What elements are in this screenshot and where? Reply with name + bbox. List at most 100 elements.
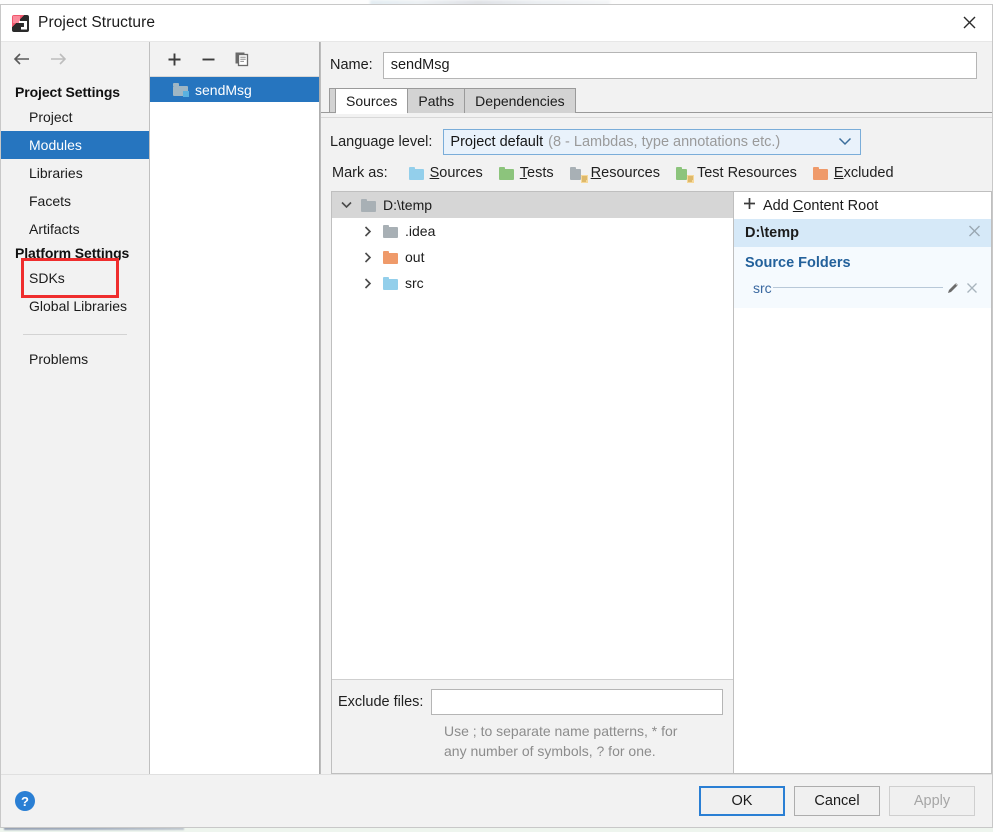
close-icon[interactable] [946, 5, 992, 40]
chevron-down-icon[interactable] [338, 201, 354, 209]
exclude-files-input[interactable] [431, 689, 723, 715]
intellij-idea-logo-icon [12, 14, 29, 32]
source-folder-name: src [753, 280, 772, 296]
arrow-left-icon[interactable] [11, 49, 31, 69]
sidebar-group-platform-settings: Platform Settings [15, 245, 130, 261]
sidebar-divider [23, 334, 127, 335]
plus-icon[interactable] [164, 49, 184, 69]
exclude-files-label: Exclude files: [338, 694, 424, 710]
language-level-select[interactable]: Project default (8 - Lambdas, type annot… [443, 129, 862, 155]
chevron-down-icon [838, 134, 852, 150]
folder-test-resources-icon [675, 166, 694, 183]
tree-row[interactable]: D:\temp [332, 192, 733, 218]
project-structure-dialog: Project Structure Project Settings Proje… [0, 4, 993, 828]
sidebar-item-sdks[interactable]: SDKs [1, 264, 149, 292]
sidebar-item-facets[interactable]: Facets [1, 187, 149, 215]
sidebar-item-artifacts[interactable]: Artifacts [1, 215, 149, 243]
copy-icon[interactable] [232, 49, 252, 69]
modules-column: sendMsg [150, 42, 320, 774]
pencil-icon[interactable] [943, 281, 963, 295]
source-folders-block: Source Folders src [734, 247, 991, 308]
mark-as-test-resources-button[interactable]: Test Resources [675, 165, 797, 183]
exclude-hint-line-1: Use ; to separate name patterns, * for [444, 723, 678, 739]
mark-as-sources-button[interactable]: Sources [408, 165, 483, 181]
folder-excluded-icon [383, 250, 398, 264]
content-roots-panel: Add Content Root D:\temp Source Folders … [734, 191, 992, 774]
tab-sources[interactable]: Sources [335, 88, 409, 114]
tab-paths[interactable]: Paths [407, 88, 466, 113]
name-input[interactable] [382, 51, 977, 79]
sidebar-item-global-libraries[interactable]: Global Libraries [1, 292, 149, 320]
close-icon[interactable] [963, 282, 981, 294]
folder-sources-icon [383, 276, 398, 290]
mark-as-resources-button[interactable]: Resources [569, 165, 660, 183]
dialog-footer: ? OK Cancel Apply [1, 774, 992, 827]
arrow-right-icon[interactable] [48, 49, 68, 69]
sidebar-nav-arrows [1, 42, 149, 76]
sidebar-item-libraries[interactable]: Libraries [1, 159, 149, 187]
module-folder-icon [173, 83, 189, 97]
sidebar-item-modules[interactable]: Modules [1, 131, 149, 159]
dialog-titlebar: Project Structure [1, 5, 992, 42]
module-name: sendMsg [195, 81, 252, 98]
mark-as-label: Mark as: [332, 165, 388, 181]
settings-sidebar: Project Settings Project Modules Librari… [1, 42, 150, 774]
mark-as-resources-label: Resources [590, 165, 660, 181]
mark-as-tests-label: Tests [519, 165, 554, 181]
chevron-right-icon[interactable] [360, 251, 376, 263]
language-level-value: Project default [450, 134, 544, 150]
modules-toolbar [150, 42, 319, 77]
sources-split: D:\temp .idea out src Exclude files: Use… [321, 191, 992, 774]
ok-button[interactable]: OK [699, 786, 785, 816]
sidebar-group-project-settings: Project Settings [15, 84, 120, 100]
mark-as-test-resources-label: Test Resources [696, 165, 797, 181]
module-editor-pane: Name: Sources Paths Dependencies Languag… [320, 42, 992, 774]
mark-as-excluded-label: Excluded [833, 165, 894, 181]
name-label: Name: [330, 57, 373, 73]
dialog-body: Project Settings Project Modules Librari… [1, 42, 992, 774]
minus-icon[interactable] [198, 49, 218, 69]
content-tree-panel: D:\temp .idea out src Exclude files: Use… [331, 191, 734, 774]
mark-as-excluded-button[interactable]: Excluded [812, 165, 894, 181]
help-icon[interactable]: ? [15, 791, 35, 811]
tab-dependencies[interactable]: Dependencies [464, 88, 576, 113]
language-level-row: Language level: Project default (8 - Lam… [321, 118, 992, 165]
folder-icon [383, 224, 398, 238]
module-tabs: Sources Paths Dependencies [321, 88, 992, 114]
content-root-path: D:\temp [745, 225, 799, 241]
folder-excluded-icon [812, 166, 828, 180]
exclude-hint-line-2: any number of symbols, ? for one. [444, 743, 656, 759]
chevron-right-icon[interactable] [360, 225, 376, 237]
tree-row[interactable]: src [332, 270, 733, 296]
mark-as-tests-button[interactable]: Tests [498, 165, 554, 181]
add-content-root-button[interactable]: Add Content Root [734, 192, 991, 219]
sidebar-item-problems[interactable]: Problems [1, 345, 149, 373]
tree-row-label: .idea [405, 223, 436, 239]
source-folder-row[interactable]: src [734, 278, 991, 298]
plus-icon [743, 197, 756, 214]
sources-tab-panel: Language level: Project default (8 - Lam… [321, 117, 992, 774]
folder-sources-icon [408, 166, 424, 180]
list-item[interactable]: sendMsg [150, 77, 319, 102]
mark-as-row: Mark as: Sources Tests Resources Test Re… [321, 165, 992, 191]
tree-row[interactable]: out [332, 244, 733, 270]
apply-button: Apply [889, 786, 975, 816]
add-content-root-label: Add Content Root [763, 197, 879, 214]
language-level-label: Language level: [330, 134, 433, 150]
tree-row[interactable]: .idea [332, 218, 733, 244]
source-folder-leader-line [772, 286, 943, 288]
modules-list: sendMsg [150, 77, 319, 774]
content-tree: D:\temp .idea out src [332, 192, 733, 679]
cancel-button[interactable]: Cancel [794, 786, 880, 816]
exclude-files-area: Exclude files: Use ; to separate name pa… [332, 679, 733, 773]
exclude-files-hint: Use ; to separate name patterns, * for a… [444, 721, 723, 761]
sidebar-list: Project Settings Project Modules Librari… [1, 76, 149, 373]
language-level-hint: (8 - Lambdas, type annotations etc.) [548, 134, 781, 150]
folder-tests-icon [498, 166, 514, 180]
dialog-title: Project Structure [38, 14, 156, 31]
close-icon[interactable] [968, 225, 981, 242]
sidebar-item-project[interactable]: Project [1, 103, 149, 131]
chevron-right-icon[interactable] [360, 277, 376, 289]
module-name-row: Name: [321, 42, 992, 88]
tree-row-label: out [405, 249, 425, 265]
